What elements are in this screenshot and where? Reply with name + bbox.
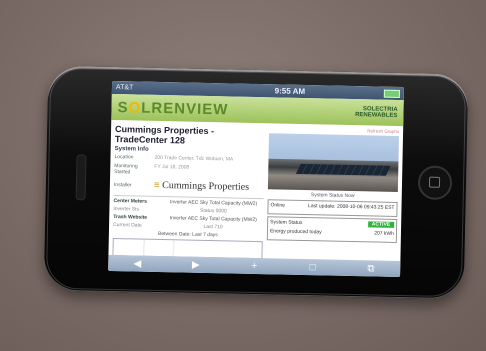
cummings-text: Cummings Properties [162, 180, 250, 193]
table-cell: Inverter Sts [113, 206, 140, 213]
carrier-label: AT&T [115, 84, 134, 92]
add-bookmark-icon[interactable]: + [244, 260, 264, 271]
phone-screen: AT&T 9:55 AM SOLRENVIEW SOLECTRIA RENEWA… [108, 80, 405, 278]
location-row: Location 200 Trade Center, Tdc Woburn, M… [114, 154, 264, 163]
page-title: Cummings Properties - TradeCenter 128 [114, 124, 215, 146]
location-value: 200 Trade Center, Tdc Woburn, MA [154, 154, 234, 163]
cummings-mark: ≡ [153, 179, 160, 191]
table-cell: Last 710 [203, 223, 223, 231]
solar-panels-image [295, 163, 391, 176]
energy-label: Energy produced today [269, 228, 322, 236]
site-photo [267, 133, 400, 192]
battery-icon [383, 89, 400, 98]
page-content: Cummings Properties - TradeCenter 128 Sy… [108, 120, 403, 265]
status-box: System Status ACTIVE Energy produced tod… [266, 216, 398, 243]
meter-table: Center Meters Inverter AEC Sky Total Cap… [112, 195, 264, 260]
table-cell: Status 0000 [199, 207, 227, 215]
monitoring-label: Monitoring Started [114, 163, 138, 176]
monitoring-value: FY Jul 18, 2008 [154, 163, 190, 171]
location-label: Location [114, 154, 134, 161]
brand-rest: LRENVIEW [141, 99, 229, 118]
photo-caption: System Status Now [310, 192, 355, 200]
status-badge: ACTIVE [367, 221, 395, 228]
energy-value: 207 kWh [374, 230, 395, 237]
table-cell: Inverter AEC Sky Total Capacity (MW2) [169, 215, 257, 224]
last-update: Last update: 2008-10-06 09:43:25 EST [308, 203, 395, 211]
bookmarks-icon[interactable]: □ [302, 261, 322, 273]
energy-line: Energy produced today 207 kWh [270, 228, 394, 237]
table-cell: Inverter AEC Sky Total Capacity (MW2) [169, 199, 258, 208]
right-column: Refresh Graphs System Status Now Online … [266, 126, 399, 262]
update-line: Online Last update: 2008-10-06 09:43:25 … [270, 202, 394, 211]
online-label: Online [270, 202, 286, 209]
brand-s: S [117, 98, 129, 116]
status-label: System Status [270, 219, 303, 226]
left-column: Cummings Properties - TradeCenter 128 Sy… [112, 123, 265, 260]
brand-o: O [128, 98, 142, 117]
table-cell: Center Meters [113, 198, 147, 205]
cummings-logo[interactable]: ≡ Cummings Properties [154, 180, 249, 193]
installer-label: Installer [113, 181, 132, 188]
back-icon[interactable]: ◀ [127, 258, 147, 269]
monitoring-row: Monitoring Started FY Jul 18, 2008 [114, 163, 264, 178]
solectria-logo[interactable]: SOLECTRIA RENEWABLES [355, 106, 398, 119]
forward-icon[interactable]: ▶ [186, 259, 206, 270]
solrenview-logo[interactable]: SOLRENVIEW [117, 99, 228, 118]
update-box: Online Last update: 2008-10-06 09:43:25 … [267, 199, 398, 217]
status-line: System Status ACTIVE [270, 219, 395, 228]
table-cell: Trash Website [113, 214, 148, 221]
earpiece [75, 154, 87, 201]
iphone-device: AT&T 9:55 AM SOLRENVIEW SOLECTRIA RENEWA… [43, 65, 469, 300]
pages-icon[interactable]: ⧉ [361, 263, 381, 274]
table-cell: Current Date [113, 222, 142, 229]
installer-row: Installer ≡ Cummings Properties [114, 179, 264, 193]
partner-line2: RENEWABLES [355, 112, 398, 119]
